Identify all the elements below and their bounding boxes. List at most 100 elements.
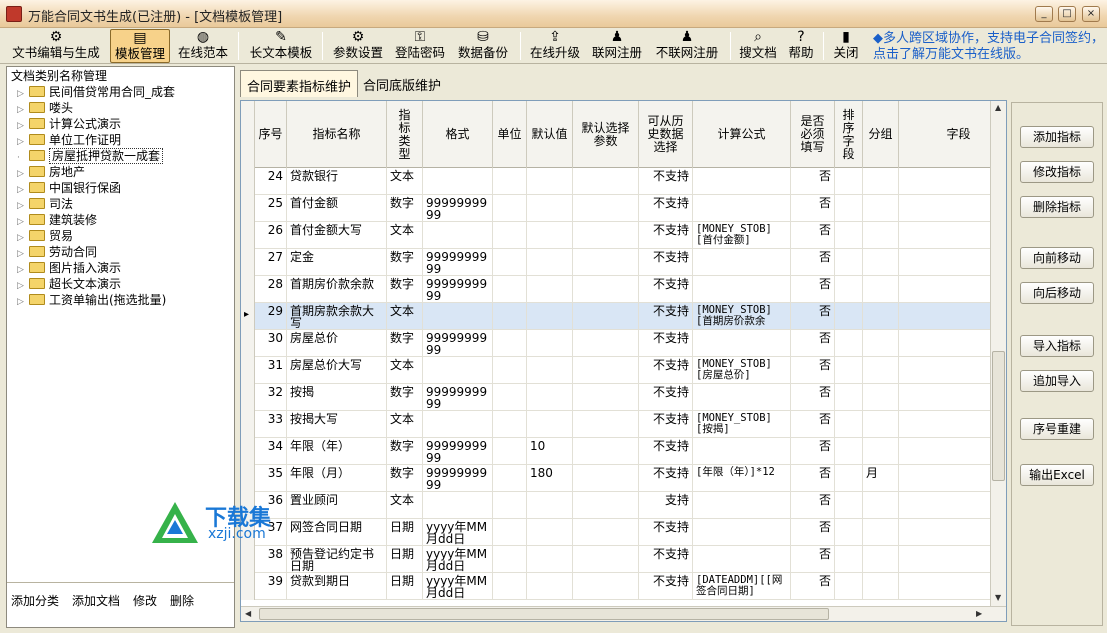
column-header[interactable]: 默认选择参数	[573, 101, 639, 168]
tree-item[interactable]: ▷ 房地产	[17, 163, 85, 179]
move-down-button[interactable]: 向后移动	[1020, 282, 1094, 304]
table-row[interactable]: 28 首期房价款余款 数字 9999999999 不支持 否	[255, 276, 1006, 303]
add-document-link[interactable]: 添加文档	[72, 594, 120, 608]
expand-icon[interactable]: ▷	[17, 137, 27, 147]
expand-icon[interactable]: ▷	[17, 297, 27, 307]
table-row[interactable]: 31 房屋总价大写 文本 不支持 [MONEY_STOB][房屋总价] 否	[255, 357, 1006, 384]
table-row[interactable]: 33 按揭大写 文本 不支持 [MONEY_STOB][按揭] 否	[255, 411, 1006, 438]
tb-offline-register-button[interactable]: ♟ 不联网注册	[651, 29, 723, 63]
close-window-button[interactable]: ×	[1082, 6, 1100, 22]
column-header[interactable]: 排序字段	[835, 101, 863, 168]
tree-item[interactable]: ▷ 民间借贷常用合同_成套	[17, 83, 175, 99]
delete-field-button[interactable]: 删除指标	[1020, 196, 1094, 218]
row-selector[interactable]	[241, 276, 255, 303]
tb-password-button[interactable]: ⚿ 登陆密码	[392, 29, 448, 63]
expand-icon[interactable]: ▷	[17, 233, 27, 243]
row-selector[interactable]	[241, 384, 255, 411]
table-row[interactable]: 36 置业顾问 文本 支持否	[255, 492, 1006, 519]
tb-search-doc-button[interactable]: ⌕ 搜文档	[737, 29, 779, 63]
expand-icon[interactable]: ▷	[17, 281, 27, 291]
tree-item-selected[interactable]: · 房屋抵押贷款一成套	[17, 147, 164, 164]
tab-template-maintenance[interactable]: 合同底版维护	[357, 70, 447, 97]
row-selector[interactable]	[241, 573, 255, 600]
row-selector[interactable]	[241, 357, 255, 384]
row-selector[interactable]: ▸	[241, 303, 255, 330]
tree-item[interactable]: ▷ 图片插入演示	[17, 259, 121, 275]
column-header[interactable]: 指标类型	[387, 101, 423, 168]
expand-icon[interactable]: ▷	[17, 201, 27, 211]
expand-icon[interactable]: ▷	[17, 249, 27, 259]
table-row[interactable]: 25 首付金额 数字 9999999999 不支持 否	[255, 195, 1006, 222]
table-row[interactable]: 35 年限（月） 数字 9999999999 180 不支持 [年限（年）]*12 否 月	[255, 465, 1006, 492]
table-row[interactable]: 34 年限（年） 数字 9999999999 10 不支持 否	[255, 438, 1006, 465]
column-header[interactable]: 指标名称	[287, 101, 387, 168]
expand-icon[interactable]: ▷	[17, 121, 27, 131]
row-selector[interactable]	[241, 222, 255, 249]
tree-item[interactable]: ▷ 司法	[17, 195, 73, 211]
field-grid[interactable]: 序号 指标名称 指标类型 格式 单位 默认值 默认选择参数 可从历史数据选择 计算公式 是否必须填…	[240, 100, 1007, 622]
tb-long-text-button[interactable]: ✎ 长文本模板	[246, 29, 316, 63]
horizontal-scrollbar[interactable]: ◀ ▶	[241, 606, 1006, 621]
tab-field-maintenance[interactable]: 合同要素指标维护	[240, 70, 359, 97]
row-selector[interactable]	[241, 438, 255, 465]
row-selector[interactable]	[241, 546, 255, 573]
export-excel-button[interactable]: 输出Excel	[1020, 464, 1094, 486]
add-category-link[interactable]: 添加分类	[11, 594, 59, 608]
table-row[interactable]: 32 按揭 数字 9999999999 不支持 否	[255, 384, 1006, 411]
expand-icon[interactable]: ▷	[17, 217, 27, 227]
scroll-left-icon[interactable]: ◀	[245, 609, 251, 618]
tree-item[interactable]: ▷ 工资单输出(拖选批量)	[17, 291, 166, 307]
expand-icon[interactable]: ▷	[17, 265, 27, 275]
tree-item[interactable]: ▷ 劳动合同	[17, 243, 97, 259]
column-header[interactable]: 计算公式	[693, 101, 791, 168]
row-selector[interactable]	[241, 465, 255, 492]
column-header[interactable]: 是否必须填写	[791, 101, 835, 168]
move-up-button[interactable]: 向前移动	[1020, 247, 1094, 269]
table-row[interactable]: 24 贷款银行 文本 不支持 否	[255, 168, 1006, 195]
column-header[interactable]: 格式	[423, 101, 493, 168]
tree-item[interactable]: ▷ 喽头	[17, 99, 73, 115]
tb-backup-button[interactable]: ⛁ 数据备份	[454, 29, 512, 63]
table-row[interactable]: 39 贷款到期日 日期 yyyy年MM月dd日 不支持 [DATEADDM][[网签合同日…	[255, 573, 1006, 600]
tree-item[interactable]: ▷ 计算公式演示	[17, 115, 121, 131]
tb-online-sample-button[interactable]: ◍ 在线范本	[174, 29, 232, 63]
tree-item[interactable]: ▷ 单位工作证明	[17, 131, 121, 147]
tree-item[interactable]: ▷ 贸易	[17, 227, 73, 243]
expand-icon[interactable]: ▷	[17, 105, 27, 115]
delete-link[interactable]: 删除	[170, 594, 194, 608]
tb-online-register-button[interactable]: ♟ 联网注册	[589, 29, 645, 63]
row-selector[interactable]	[241, 330, 255, 357]
tb-doc-edit-button[interactable]: ⚙ 文书编辑与生成	[6, 29, 106, 63]
vertical-scrollbar[interactable]: ▲ ▼	[990, 101, 1006, 607]
row-selector[interactable]	[241, 249, 255, 276]
tb-upgrade-button[interactable]: ⇪ 在线升级	[527, 29, 583, 63]
import-field-button[interactable]: 导入指标	[1020, 335, 1094, 357]
expand-icon[interactable]: ▷	[17, 169, 27, 179]
row-selector[interactable]	[241, 168, 255, 195]
column-header[interactable]: 序号	[255, 101, 287, 168]
scroll-down-icon[interactable]: ▼	[995, 593, 1001, 602]
tb-template-manage-button[interactable]: ▤ 模板管理	[110, 29, 170, 63]
promo-link[interactable]: ◆多人跨区域协作，支持电子合同签约，点击了解万能文书在线版。	[873, 31, 1105, 63]
edit-field-button[interactable]: 修改指标	[1020, 161, 1094, 183]
append-import-button[interactable]: 追加导入	[1020, 370, 1094, 392]
tb-help-button[interactable]: ? 帮助	[786, 29, 816, 63]
column-header[interactable]: 分组	[863, 101, 899, 168]
table-row[interactable]: 26 首付金额大写 文本 不支持 [MONEY_STOB][首付金额] 否	[255, 222, 1006, 249]
row-selector[interactable]	[241, 195, 255, 222]
rebuild-sequence-button[interactable]: 序号重建	[1020, 418, 1094, 440]
table-row[interactable]: 38 预告登记约定书日期 日期 yyyy年MM月dd日 不支持 否	[255, 546, 1006, 573]
scroll-thumb-horizontal[interactable]	[259, 608, 829, 620]
add-field-button[interactable]: 添加指标	[1020, 126, 1094, 148]
tb-settings-button[interactable]: ⚙ 参数设置	[330, 29, 386, 63]
table-row[interactable]: 37 网签合同日期 日期 yyyy年MM月dd日 不支持否	[255, 519, 1006, 546]
scroll-thumb[interactable]	[992, 351, 1005, 481]
scroll-right-icon[interactable]: ▶	[976, 609, 982, 618]
expand-icon[interactable]: ▷	[17, 185, 27, 195]
tree-item[interactable]: ▷ 建筑装修	[17, 211, 97, 227]
scroll-up-icon[interactable]: ▲	[995, 103, 1001, 112]
table-row[interactable]: 30 房屋总价 数字 9999999999 不支持 否	[255, 330, 1006, 357]
table-row-selected[interactable]: 29 首期房款余款大写 文本 不支持 [MONEY_STOB][首期房价款余否	[255, 303, 1006, 330]
maximize-button[interactable]: □	[1058, 6, 1076, 22]
minimize-button[interactable]: _	[1035, 6, 1053, 22]
